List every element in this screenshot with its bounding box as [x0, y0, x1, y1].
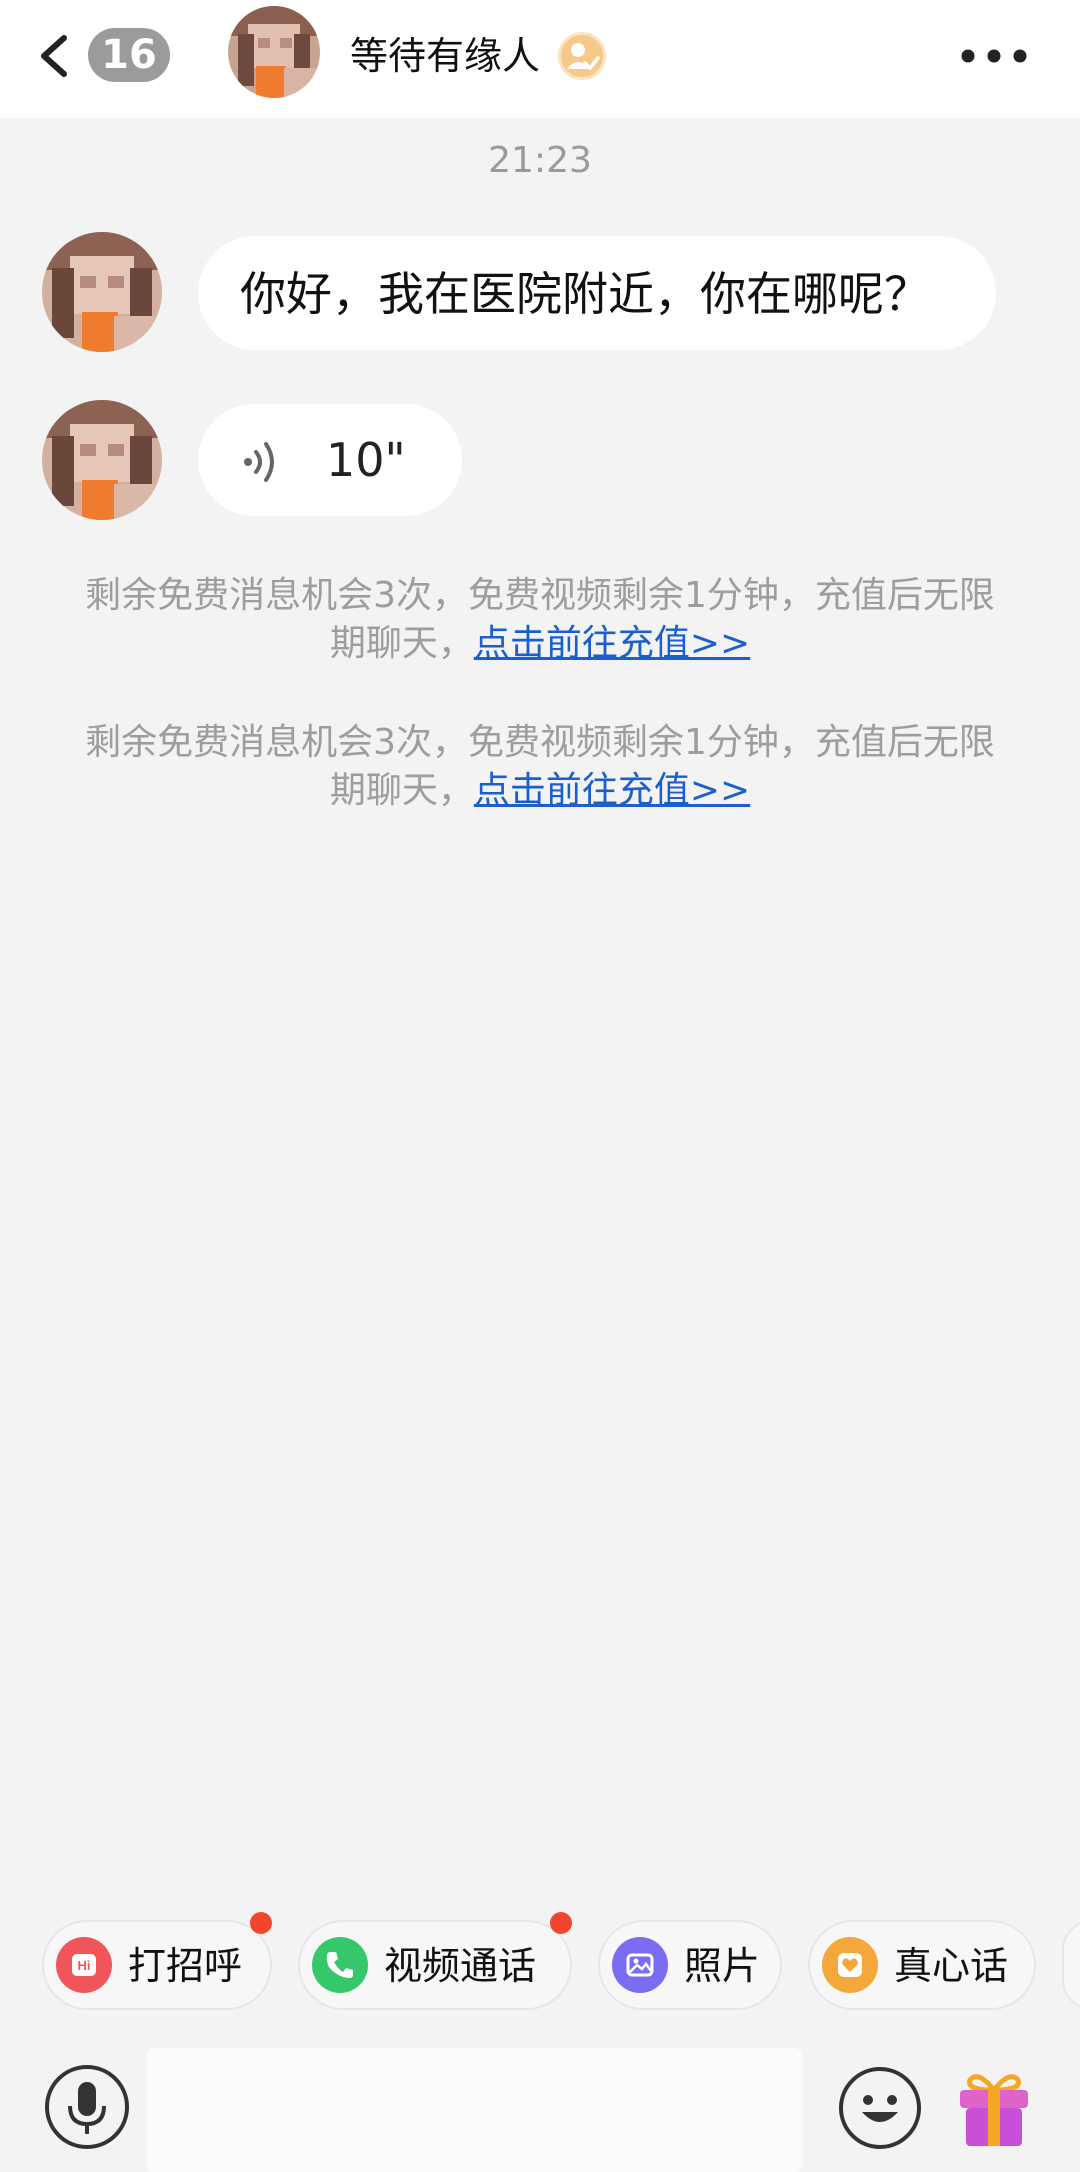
quick-action-label: 真心话: [894, 1944, 1009, 1988]
voice-message-bubble[interactable]: 10": [198, 404, 462, 516]
more-dots-icon: [961, 49, 1027, 63]
heart-icon: [822, 1937, 878, 1993]
contact-avatar[interactable]: [228, 6, 320, 98]
voice-wave-icon: [244, 442, 274, 482]
svg-text:Hi: Hi: [78, 1958, 91, 1973]
photo-icon: [612, 1937, 668, 1993]
emoji-button[interactable]: [838, 2066, 922, 2150]
text-message: 你好，我在医院附近，你在哪呢？: [240, 267, 930, 321]
back-button[interactable]: [34, 28, 74, 84]
system-notice: 剩余免费消息机会3次，免费视频剩余1分钟，充值后无限期聊天，点击前往充值>>: [80, 572, 1000, 668]
phone-icon: [312, 1937, 368, 1993]
back-arrow-icon: [41, 35, 67, 77]
quick-action-video-call[interactable]: 视频通话: [298, 1920, 572, 2010]
recharge-link[interactable]: 点击前往充值>>: [474, 623, 750, 664]
quick-action-more[interactable]: [1062, 1920, 1080, 2010]
chat-header: 16 等待有缘人: [0, 0, 1080, 118]
contact-name[interactable]: 等待有缘人: [350, 30, 540, 82]
microphone-icon: [45, 2065, 129, 2149]
quick-action-bar: Hi 打招呼 视频通话 照片 真心话: [0, 1912, 1080, 2016]
quick-action-truth[interactable]: 真心话: [808, 1920, 1036, 2010]
gift-icon: [960, 2074, 1028, 2146]
message-input[interactable]: [146, 2048, 802, 2172]
hi-icon: Hi: [56, 1937, 112, 1993]
quick-action-greet[interactable]: Hi 打招呼: [42, 1920, 272, 2010]
emoji-icon: [839, 2067, 921, 2149]
text-message-bubble[interactable]: 你好，我在医院附近，你在哪呢？: [198, 236, 996, 350]
notification-dot: [250, 1912, 272, 1934]
quick-action-label: 照片: [684, 1944, 761, 1988]
system-notice: 剩余免费消息机会3次，免费视频剩余1分钟，充值后无限期聊天，点击前往充值>>: [80, 719, 1000, 815]
more-options-button[interactable]: [956, 36, 1032, 76]
gift-button[interactable]: [954, 2066, 1034, 2150]
quick-action-label: 视频通话: [384, 1944, 537, 1988]
quick-action-label: 打招呼: [128, 1944, 243, 1988]
sender-avatar[interactable]: [42, 400, 162, 520]
voice-duration: 10": [326, 433, 406, 487]
recharge-link[interactable]: 点击前往充值>>: [474, 770, 750, 811]
verified-icon: [558, 32, 606, 80]
message-timestamp: 21:23: [488, 140, 592, 181]
sender-avatar[interactable]: [42, 232, 162, 352]
quick-action-photo[interactable]: 照片: [598, 1920, 782, 2010]
voice-input-button[interactable]: [44, 2064, 130, 2150]
unread-count-badge[interactable]: 16: [88, 28, 170, 82]
notification-dot: [550, 1912, 572, 1934]
